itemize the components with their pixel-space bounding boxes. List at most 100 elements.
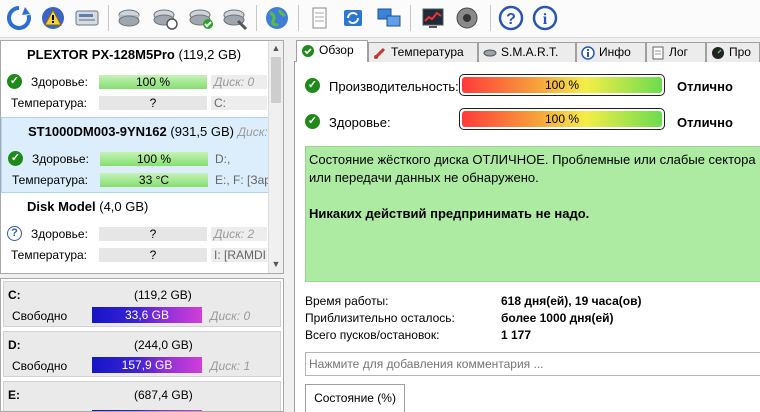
starts-value: 1 177: [501, 328, 532, 342]
disk-refresh-icon[interactable]: [150, 3, 180, 33]
uptime-label: Время работы:: [305, 294, 389, 308]
tab-performance[interactable]: Про: [706, 42, 760, 62]
volume-item[interactable]: C: (119,2 GB) Свободно 33,6 GB Диск: 0: [3, 281, 281, 327]
chart-icon[interactable]: [418, 3, 448, 33]
volume-letter: C:: [8, 288, 21, 302]
tab-log[interactable]: Лог: [646, 42, 706, 62]
health-bar: ?: [99, 227, 207, 241]
status-text: Состояние жёсткого диска ОТЛИЧНОЕ. Пробл…: [309, 152, 756, 167]
performance-bar: 100 %: [459, 74, 665, 96]
info-icon[interactable]: i: [530, 3, 560, 33]
status-description: Состояние жёсткого диска ОТЛИЧНОЕ. Пробл…: [305, 146, 760, 282]
performance-value: 100 %: [462, 77, 662, 93]
check-icon: ✓: [305, 78, 320, 93]
document-icon[interactable]: [304, 3, 334, 33]
disk-tools-icon[interactable]: [220, 3, 250, 33]
scroll-thumb[interactable]: [271, 57, 281, 103]
health-label: Здоровье:: [329, 115, 391, 130]
volume-item[interactable]: D: (244,0 GB) Свободно 157,9 GB Диск: 1: [3, 331, 281, 377]
volume-letter: E:: [8, 388, 20, 402]
volume-size: (119,2 GB): [134, 288, 192, 302]
drive-icon[interactable]: [72, 3, 102, 33]
remaining-label: Приблизительно осталось:: [305, 311, 455, 325]
network-icon[interactable]: [374, 3, 404, 33]
tab-temperature[interactable]: Температура: [368, 42, 478, 62]
volume-letter: D:: [8, 338, 21, 352]
tab-label: Про: [729, 45, 751, 59]
temp-value: 33 °C: [100, 173, 208, 187]
overview-icon: [302, 45, 314, 57]
performance-rating: Отлично: [677, 79, 733, 94]
free-label: Свободно: [12, 309, 68, 323]
free-label: Свободно: [12, 359, 68, 373]
check-icon: ✓: [305, 114, 320, 129]
volume-list: C: (119,2 GB) Свободно 33,6 GB Диск: 0 D…: [0, 278, 284, 412]
temp-label: Температура:: [11, 96, 88, 110]
disk-item-selected[interactable]: ST1000DM003-9YN162 (931,5 GB) Диск: ✓ Зд…: [1, 117, 269, 193]
volume-list: E:, F: [Зар: [215, 173, 268, 187]
disk-title: Disk Model (4,0 GB): [27, 199, 149, 214]
svg-text:?: ?: [506, 11, 516, 28]
volume-list: C:: [211, 96, 267, 110]
volume-size: (687,4 GB): [134, 388, 193, 402]
tab-bar: Обзор Температура S.M.A.R.T. Инфо Лог Пр…: [294, 40, 760, 63]
starts-label: Всего пусков/остановок:: [305, 328, 440, 342]
warning-icon[interactable]: [38, 3, 68, 33]
disk-item[interactable]: Disk Model (4,0 GB) ? Здоровье: ? Диск: …: [1, 193, 269, 269]
disk-list-scrollbar[interactable]: ▲ ▼: [268, 41, 283, 273]
tab-label: Обзор: [319, 43, 354, 57]
check-icon: ✓: [8, 151, 23, 166]
comment-input[interactable]: [305, 352, 760, 376]
tab-overview[interactable]: Обзор: [296, 40, 368, 63]
tab-label: Температура: [391, 45, 464, 59]
volume-disk: Диск: 1: [210, 359, 251, 373]
tab-state-percent[interactable]: Состояние (%): [305, 384, 405, 412]
tab-label: S.M.A.R.T.: [501, 45, 559, 59]
health-value: 100 %: [462, 111, 662, 127]
disk-list: PLEXTOR PX-128M5Pro (119,2 GB) ✓ Здоровь…: [0, 40, 284, 274]
status-action: Никаких действий предпринимать не надо.: [309, 206, 590, 221]
disk-title: ST1000DM003-9YN162 (931,5 GB) Диск:: [28, 124, 268, 139]
disk-title: PLEXTOR PX-128M5Pro (119,2 GB): [27, 47, 242, 62]
status-text: или передачи данных не обнаружено.: [309, 170, 539, 185]
health-bar: 100 %: [100, 152, 208, 166]
check-icon: ✓: [7, 74, 22, 89]
free-space-bar: 33,6 GB: [92, 307, 202, 323]
sync-icon[interactable]: [338, 3, 368, 33]
tab-label: Лог: [669, 45, 688, 59]
refresh-icon[interactable]: [4, 3, 34, 33]
disk-check-icon[interactable]: [186, 3, 216, 33]
thermometer-icon: [374, 47, 386, 59]
tab-smart[interactable]: S.M.A.R.T.: [478, 42, 576, 62]
tab-info[interactable]: Инфо: [576, 42, 646, 62]
disk-number: Диск: 2: [211, 227, 267, 241]
disk-number: Диск: 0: [211, 75, 267, 89]
volume-list: D:,: [215, 152, 231, 166]
speaker-icon[interactable]: [452, 3, 482, 33]
temp-label: Температура:: [12, 173, 89, 187]
volume-size: (244,0 GB): [134, 338, 193, 352]
toolbar: ? i: [0, 0, 760, 38]
temp-value: ?: [99, 248, 207, 262]
help-icon[interactable]: ?: [496, 3, 526, 33]
smart-icon: [483, 49, 497, 57]
scroll-up-icon[interactable]: ▲: [269, 41, 283, 55]
remaining-value: более 1000 дня(ей): [501, 311, 614, 325]
globe-icon[interactable]: [262, 3, 292, 33]
health-bar: 100 %: [99, 75, 207, 89]
tab-label: Инфо: [599, 45, 631, 59]
temp-label: Температура:: [11, 248, 88, 262]
health-label: Здоровье:: [31, 227, 88, 241]
svg-text:i: i: [543, 11, 548, 28]
uptime-value: 618 дня(ей), 19 часа(ов): [501, 294, 642, 308]
free-space-bar: 157,9 GB: [92, 357, 202, 373]
disk-icon[interactable]: [114, 3, 144, 33]
performance-label: Производительность:: [329, 79, 459, 94]
volume-item[interactable]: E: (687,4 GB): [3, 381, 281, 411]
health-rating: Отлично: [677, 115, 733, 130]
question-icon: ?: [7, 226, 22, 241]
disk-item[interactable]: PLEXTOR PX-128M5Pro (119,2 GB) ✓ Здоровь…: [1, 41, 269, 117]
scroll-down-icon[interactable]: ▼: [269, 257, 283, 271]
health-label: Здоровье:: [32, 152, 89, 166]
health-label: Здоровье:: [31, 75, 88, 89]
